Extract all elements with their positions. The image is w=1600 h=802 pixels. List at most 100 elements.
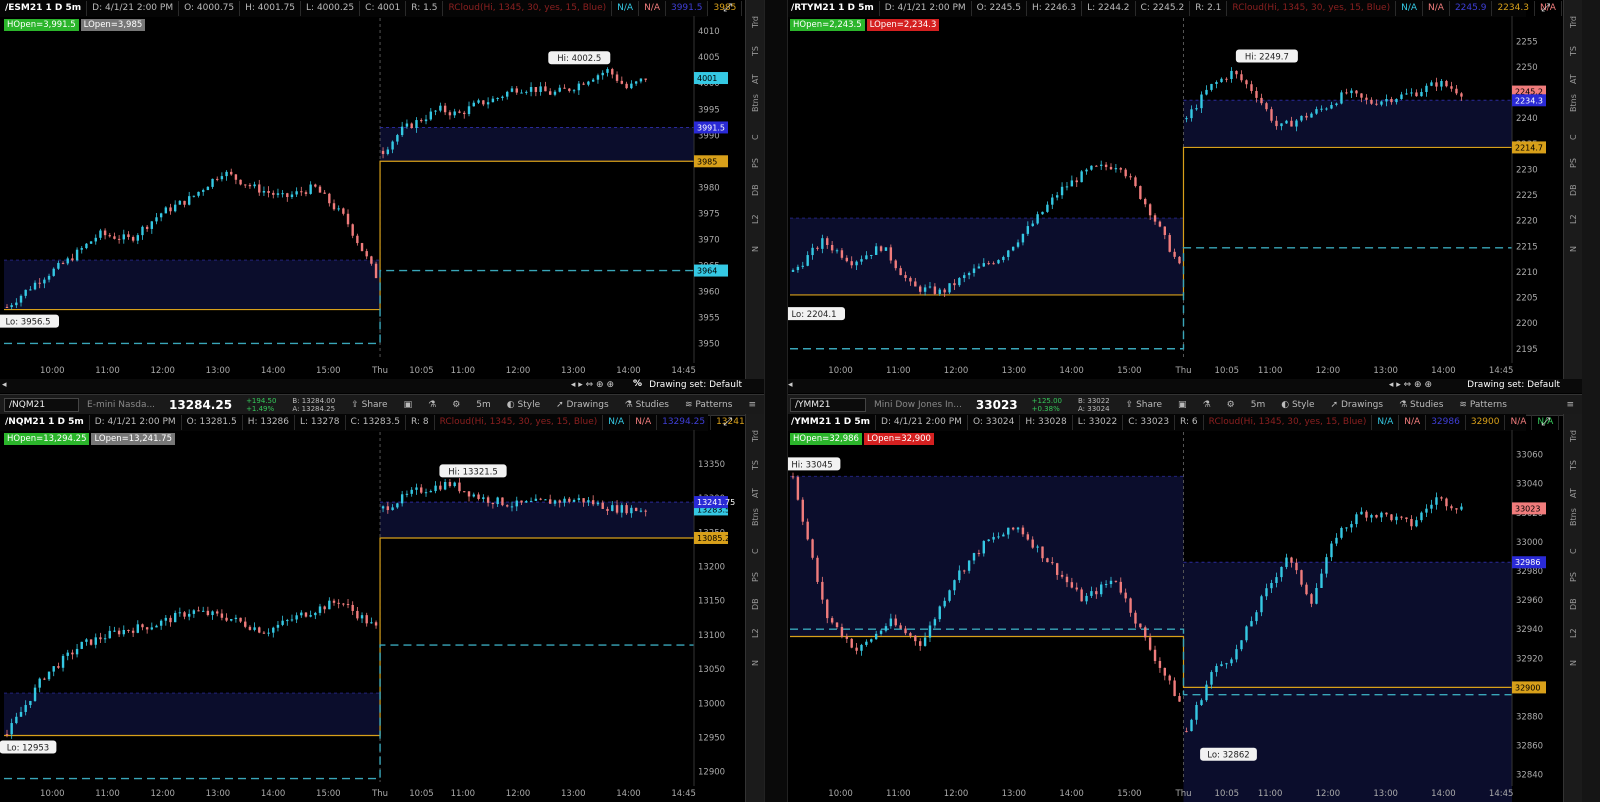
expand-icon[interactable]: ⤢ (1541, 415, 1550, 429)
hi-label: Hi: 33045 (791, 460, 832, 470)
side-tab-ts[interactable]: TS (751, 36, 760, 56)
x-tick-label: Thu (1175, 789, 1192, 799)
expand-icon[interactable]: ⤢ (723, 415, 732, 429)
candle-body (534, 87, 538, 92)
price-tag-text: 3985 (697, 157, 717, 166)
side-tab-btns[interactable]: Btns (751, 506, 760, 526)
side-tab-trd[interactable]: Trd (751, 8, 760, 28)
side-tab-ts[interactable]: TS (751, 450, 760, 470)
pan-icons[interactable]: ◂ ▸ ⇔ ⊕ ⊕ (571, 380, 614, 390)
candle-body (1300, 570, 1303, 585)
side-tab-n[interactable]: N (1569, 232, 1578, 252)
drawing-set-label[interactable]: Drawing set: Default (649, 380, 742, 390)
scroll-left-icon[interactable]: ◂ (2, 380, 7, 390)
candle-body (1041, 211, 1044, 215)
side-tab-btns[interactable]: Btns (751, 92, 760, 112)
candle-body (374, 622, 378, 626)
side-tab-db[interactable]: DB (751, 590, 760, 610)
candle-body (506, 505, 509, 507)
candle-body (572, 90, 576, 92)
side-tab-btns[interactable]: Btns (1569, 506, 1578, 526)
side-tab-trd[interactable]: Trd (751, 422, 760, 442)
side-tab-trd[interactable]: Trd (1569, 422, 1578, 442)
side-tab-db[interactable]: DB (1569, 176, 1578, 196)
side-tab-at[interactable]: AT (751, 478, 760, 498)
x-tick-label: 11:00 (95, 366, 120, 376)
candle-body (318, 606, 322, 613)
side-tab-ps[interactable]: PS (751, 148, 760, 168)
candle-body (1430, 504, 1433, 509)
candle-body (1134, 177, 1137, 187)
candle-body (1090, 165, 1093, 170)
expand-icon[interactable]: ⤢ (723, 1, 732, 15)
side-tab-at[interactable]: AT (1569, 64, 1578, 84)
candle-body (587, 81, 590, 85)
candle-body (43, 678, 46, 680)
vertical-divider[interactable] (764, 0, 788, 802)
x-tick-label: 12:00 (944, 366, 969, 376)
candle-body (520, 500, 523, 503)
candle-body (458, 111, 461, 113)
side-tab-l2[interactable]: L2 (751, 204, 760, 224)
side-tab-at[interactable]: AT (1569, 478, 1578, 498)
chart-svg[interactable]: 1290012950130001305013100131501320013250… (0, 394, 746, 802)
candle-body (591, 79, 595, 82)
candle-body (982, 541, 985, 554)
candle-body (1148, 637, 1152, 650)
candle-body (1119, 581, 1122, 593)
candle-body (1215, 666, 1218, 673)
candle-body (634, 81, 638, 84)
side-tab-n[interactable]: N (1569, 646, 1578, 666)
candle-body (1290, 557, 1293, 563)
side-tab-ps[interactable]: PS (1569, 148, 1578, 168)
pan-icons[interactable]: ◂ ▸ ⇔ ⊕ ⊕ (1389, 380, 1432, 390)
side-tab-ts[interactable]: TS (1569, 450, 1578, 470)
side-tab-c[interactable]: C (751, 120, 760, 140)
x-tick-label: 10:05 (409, 789, 434, 799)
candle-body (1225, 663, 1228, 665)
chart-svg[interactable]: 32840 32860 32880 32900 32920 32940 32960 32980… (786, 394, 1564, 802)
side-tab-at[interactable]: AT (751, 64, 760, 84)
candle-body (1335, 103, 1338, 105)
side-tab-db[interactable]: DB (1569, 590, 1578, 610)
candle-body (136, 235, 140, 241)
side-tab-db[interactable]: DB (751, 176, 760, 196)
side-tab-ts[interactable]: TS (1569, 36, 1578, 56)
side-tab-c[interactable]: C (1569, 534, 1578, 554)
side-tab-l2[interactable]: L2 (1569, 204, 1578, 224)
candle-body (1455, 88, 1458, 94)
drawing-set-label[interactable]: Drawing set: Default (1467, 380, 1560, 390)
chart-svg[interactable]: 3950395539603965397039753980398539903995… (0, 0, 746, 393)
candle-body (1390, 99, 1393, 103)
candle-body (122, 629, 125, 635)
side-tab-c[interactable]: C (1569, 120, 1578, 140)
candle-body (1205, 89, 1208, 95)
scroll-left-icon[interactable]: ◂ (788, 380, 793, 390)
side-tab-l2[interactable]: L2 (1569, 618, 1578, 638)
candle-body (1185, 118, 1188, 120)
side-tab-btns[interactable]: Btns (1569, 92, 1578, 112)
side-tab-n[interactable]: N (751, 646, 760, 666)
percent-icon[interactable]: % (633, 379, 642, 389)
candle-body (164, 617, 168, 621)
side-tab-ps[interactable]: PS (751, 562, 760, 582)
chart-svg[interactable]: 2195220022052210221522202225223022352240… (786, 0, 1564, 393)
candle-body (544, 86, 547, 92)
candle-body (997, 536, 1000, 538)
candle-body (29, 289, 32, 291)
side-tab-trd[interactable]: Trd (1569, 8, 1578, 28)
range-cloud-day2 (380, 127, 694, 162)
candle-body (258, 184, 261, 193)
side-tab-n[interactable]: N (751, 232, 760, 252)
y-tick-label: 13150 (698, 597, 725, 607)
side-tab-c[interactable]: C (751, 534, 760, 554)
candle-body (544, 499, 547, 501)
candle-body (1375, 103, 1378, 105)
candle-body (66, 652, 69, 656)
expand-icon[interactable]: ⤢ (1541, 1, 1550, 15)
side-tab-l2[interactable]: L2 (751, 618, 760, 638)
side-tab-ps[interactable]: PS (1569, 562, 1578, 582)
candle-body (258, 627, 261, 633)
hi-label: Hi: 13321.5 (448, 467, 497, 477)
candle-body (239, 617, 242, 622)
